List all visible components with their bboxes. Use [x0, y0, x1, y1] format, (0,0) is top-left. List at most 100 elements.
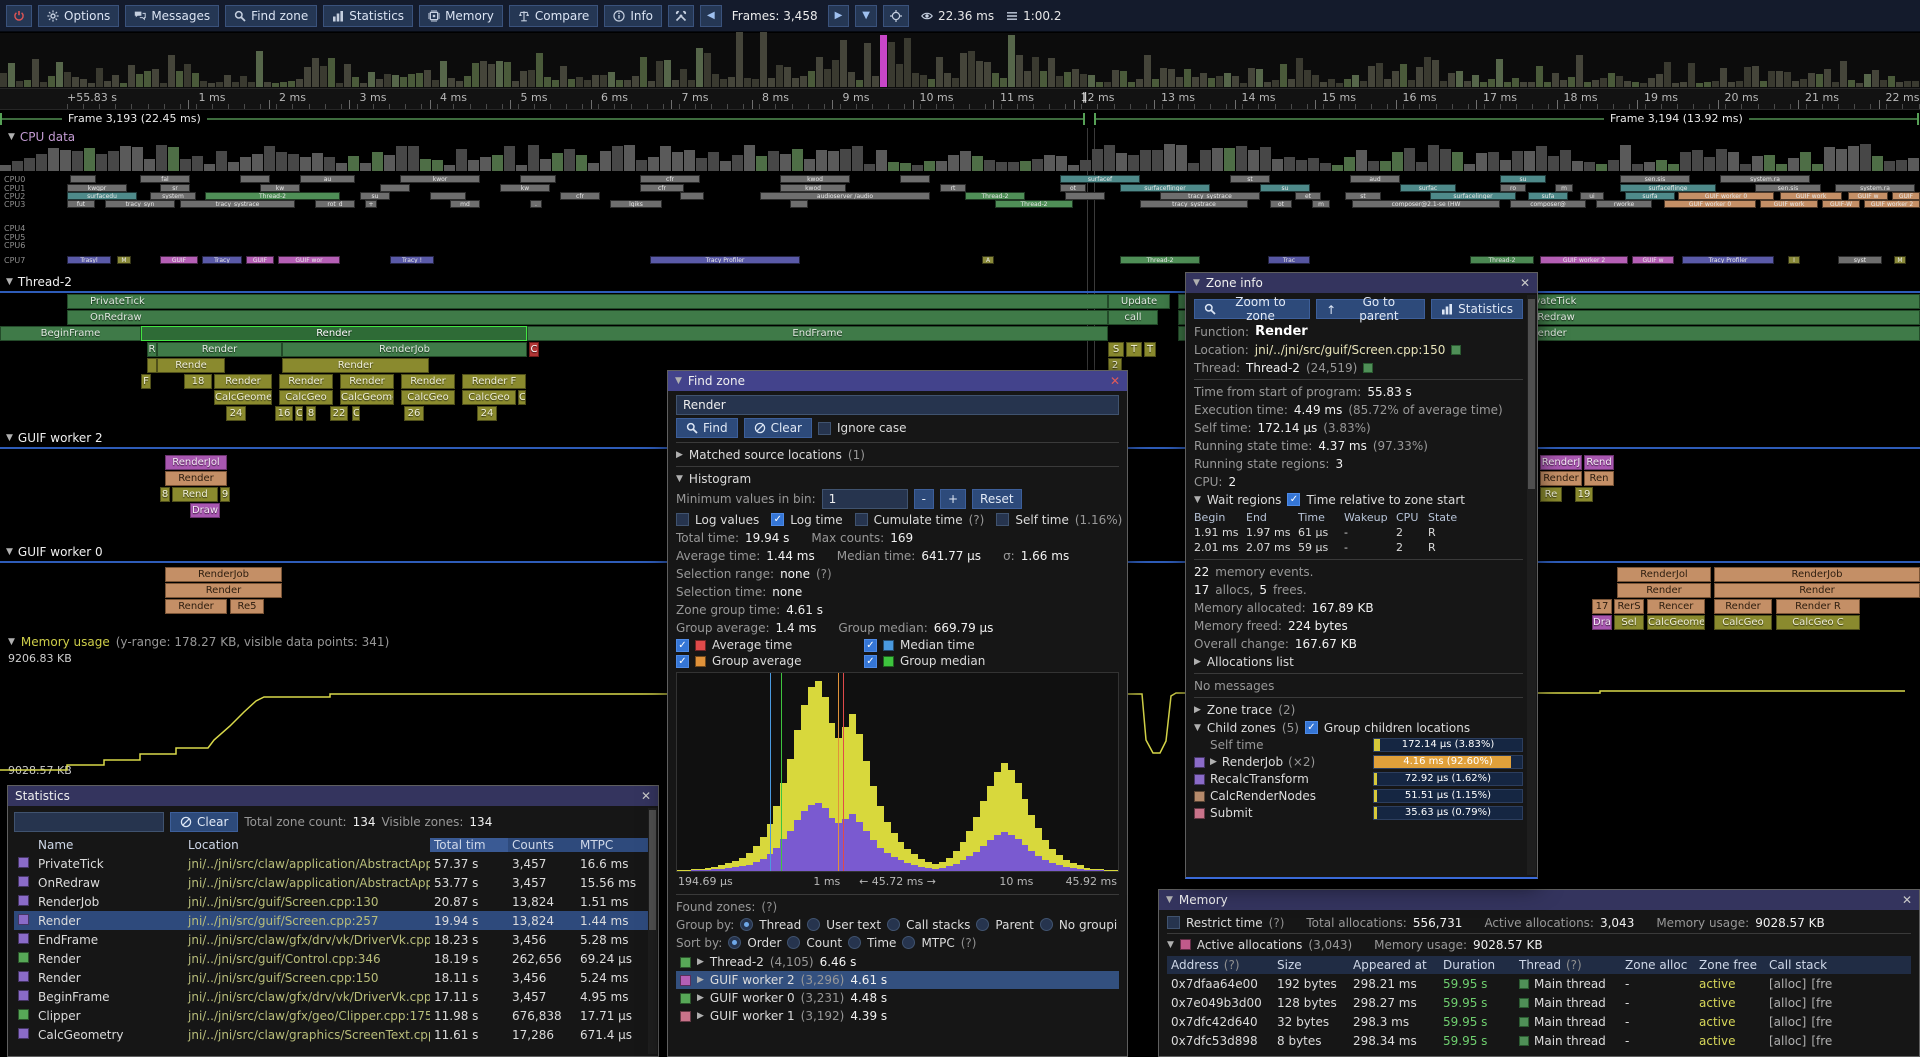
cpu-zone[interactable]: sen.sis: [1620, 175, 1690, 183]
cpu-zone[interactable]: rot_d: [315, 200, 355, 208]
cpu-zone[interactable]: cfr: [560, 192, 600, 200]
cpu-zone[interactable]: surfac: [1400, 184, 1456, 192]
zone[interactable]: R: [147, 342, 157, 357]
cpu-zone[interactable]: [70, 175, 96, 183]
cpu-zone[interactable]: GUIF: [160, 256, 198, 264]
focus-frame-button[interactable]: [883, 5, 909, 27]
cpu-zone[interactable]: tracy_syn: [105, 200, 175, 208]
zone[interactable]: Render R: [1776, 599, 1860, 614]
zone[interactable]: CalcGeo: [401, 390, 455, 405]
found-zone-group[interactable]: ▶GUIF worker 2(3,296)4.61 s: [676, 971, 1119, 989]
cpu-zone[interactable]: fut: [67, 200, 95, 208]
cpu-zone[interactable]: Tracy !: [390, 256, 434, 264]
cpu-zone[interactable]: [430, 192, 466, 200]
group-by-thread-radio[interactable]: [740, 918, 753, 931]
close-icon[interactable]: ✕: [1110, 374, 1120, 388]
cpu-zone[interactable]: ot: [1060, 184, 1086, 192]
zone[interactable]: CalcGeo: [1714, 615, 1772, 630]
cpu-zone[interactable]: GUIF work: [1780, 192, 1842, 200]
zone[interactable]: Render: [340, 374, 394, 389]
close-icon[interactable]: ✕: [1520, 276, 1530, 290]
help-icon[interactable]: (?): [961, 936, 977, 950]
zone[interactable]: Draw: [190, 503, 220, 518]
info-button[interactable]: Info: [604, 5, 662, 27]
cpu-zone[interactable]: system.ra: [1720, 175, 1810, 183]
zone[interactable]: Update: [1108, 294, 1170, 309]
zone[interactable]: 22: [330, 406, 348, 421]
zone[interactable]: Ren: [1584, 471, 1614, 486]
found-zone-group[interactable]: ▶GUIF worker 0(3,231)4.48 s: [676, 989, 1119, 1007]
cpu-zone[interactable]: [1065, 192, 1105, 200]
cpu-zone[interactable]: surfacelinger: [1430, 192, 1516, 200]
cpu-zone[interactable]: [680, 192, 704, 200]
statistics-row[interactable]: CalcGeometryjni/../jni/src/claw/graphics…: [14, 1025, 652, 1044]
zone[interactable]: Render: [214, 374, 272, 389]
cpu-zone[interactable]: audioserver /audio: [760, 192, 930, 200]
cumulate-time-checkbox[interactable]: [855, 513, 868, 526]
group-by-no-groupi-radio[interactable]: [1040, 918, 1053, 931]
statistics-row[interactable]: Renderjni/../jni/src/guif/Control.cpp:34…: [14, 949, 652, 968]
relative-time-checkbox[interactable]: ✓: [1287, 493, 1300, 506]
zone[interactable]: Render: [282, 358, 429, 373]
child-zone-row[interactable]: Submit35.63 μs (0.79%): [1194, 806, 1523, 820]
cpu-zone[interactable]: GUIF: [1892, 192, 1920, 200]
scrollbar[interactable]: [648, 808, 657, 1054]
cpu-zone[interactable]: tracy_systrace: [180, 200, 295, 208]
frame-markers-row[interactable]: Frame 3,193 (22.45 ms)Frame 3,194 (13.92…: [0, 110, 1920, 128]
cpu-zone[interactable]: Trac: [1268, 256, 1310, 264]
matched-locations-toggle[interactable]: ▶ Matched source locations (1): [676, 447, 1119, 462]
cpu-data-header[interactable]: ▼ CPU data: [8, 130, 75, 144]
zone[interactable]: Render: [157, 342, 282, 357]
filter-zones-input[interactable]: [14, 812, 164, 832]
thread-header-guif-worker-2[interactable]: ▼GUIF worker 2: [6, 431, 103, 445]
zone[interactable]: CalcGeo: [279, 390, 333, 405]
memory-button[interactable]: Memory: [419, 5, 503, 27]
frame-overview-strip[interactable]: [0, 33, 1920, 89]
cpu-zone[interactable]: kwor: [400, 175, 480, 183]
child-zones-toggle[interactable]: ▼ Child zones (5) ✓ Group children locat…: [1194, 720, 1523, 735]
zone[interactable]: CalcGeome: [340, 390, 394, 405]
statistics-row[interactable]: Clipperjni/../jni/src/claw/gfx/geo/Clipp…: [14, 1006, 652, 1025]
cpu-zone[interactable]: su: [1500, 175, 1546, 183]
statistics-row[interactable]: Renderjni/../jni/src/guif/Screen.cpp:257…: [14, 911, 652, 930]
cpu-zone[interactable]: sufa: [1528, 192, 1568, 200]
statistics-button[interactable]: Statistics: [323, 5, 413, 27]
child-zone-row[interactable]: RecalcTransform72.92 μs (1.62%): [1194, 772, 1523, 786]
cpu-zone[interactable]: Tracy Profiler: [650, 256, 800, 264]
min-bin-input[interactable]: [822, 489, 908, 509]
group-by-user-text-radio[interactable]: [807, 918, 820, 931]
statistics-row[interactable]: Renderjni/../jni/src/guif/Screen.cpp:150…: [14, 968, 652, 987]
column-location[interactable]: Location: [184, 838, 430, 852]
column-name[interactable]: Name: [34, 838, 184, 852]
zone[interactable]: Render: [279, 374, 333, 389]
cpu-zone[interactable]: GUIF w: [1848, 192, 1888, 200]
zone[interactable]: RenderJob: [282, 342, 527, 357]
cpu-zone[interactable]: kwgpr: [67, 184, 127, 192]
sort-by-time-radio[interactable]: [848, 936, 861, 949]
cpu-zone[interactable]: cfr: [640, 184, 684, 192]
cpu-zone[interactable]: GUIF wor: [278, 256, 340, 264]
log-time-checkbox[interactable]: ✓: [771, 513, 784, 526]
cpu-zone[interactable]: kwod: [780, 184, 846, 192]
zone[interactable]: RenderJol: [1617, 567, 1711, 582]
cpu-zone[interactable]: rworke: [1596, 200, 1652, 208]
go-to-parent-button[interactable]: ↑Go to parent: [1316, 299, 1425, 319]
zone[interactable]: Render F: [462, 374, 526, 389]
cpu-zone[interactable]: Thread-2: [1470, 256, 1534, 264]
zone[interactable]: F: [141, 374, 151, 389]
next-frame-button[interactable]: ▶: [828, 5, 850, 27]
zone[interactable]: C: [529, 342, 539, 357]
zone[interactable]: 24: [226, 406, 246, 421]
increase-bin-button[interactable]: +: [940, 489, 966, 509]
group-by-call-stacks-radio[interactable]: [887, 918, 900, 931]
prev-frame-button[interactable]: ◀: [700, 5, 722, 27]
cpu-zone[interactable]: rt: [940, 184, 966, 192]
zone[interactable]: Dra: [1592, 615, 1612, 630]
zone[interactable]: Rend: [172, 487, 218, 502]
help-icon[interactable]: (?): [1269, 916, 1285, 930]
frame-marker[interactable]: Frame 3,193 (22.45 ms): [0, 113, 1085, 125]
zone[interactable]: 9: [220, 487, 230, 502]
cpu-zone[interactable]: sen.sis: [1755, 184, 1821, 192]
log-values-checkbox[interactable]: [676, 513, 689, 526]
zone[interactable]: Rende: [157, 358, 225, 373]
